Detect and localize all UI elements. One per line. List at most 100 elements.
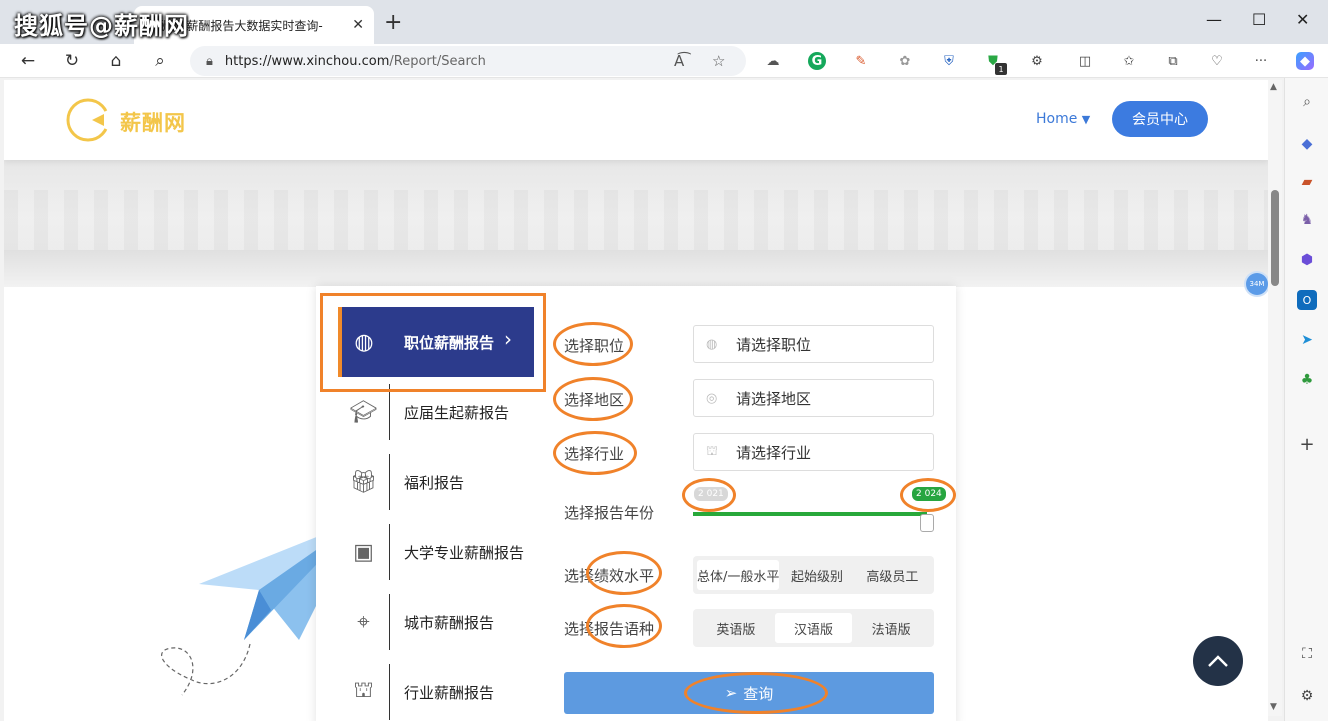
- maximize-button[interactable]: ☐: [1252, 10, 1266, 29]
- annotation-ellipse: [684, 672, 828, 714]
- performance-segmented-control: 总体/一般水平 起始级别 高级员工: [693, 556, 934, 594]
- performance-option[interactable]: 总体/一般水平: [697, 560, 780, 590]
- collections-icon[interactable]: ⧉: [1164, 52, 1182, 70]
- scroll-down-icon[interactable]: ▼: [1270, 702, 1277, 712]
- browser-titlebar: 薪酬网-薪酬报告大数据实时查询- ✕ + 搜狐号@薪酬网 — ☐ ✕: [0, 0, 1328, 44]
- year-range-slider[interactable]: [693, 512, 927, 516]
- performance-option[interactable]: 高级员工: [855, 560, 930, 590]
- annotation-ellipse: [553, 322, 633, 366]
- annotation-ellipse: [553, 431, 637, 475]
- back-to-top-button[interactable]: [1193, 636, 1243, 686]
- cloud-extension-icon[interactable]: ☁: [764, 52, 782, 70]
- banner-water: [4, 250, 1268, 287]
- scroll-up-icon[interactable]: ▲: [1270, 82, 1277, 92]
- industry-select[interactable]: ⛫ 请选择行业: [693, 433, 934, 471]
- annotation-ellipse: [586, 551, 662, 595]
- year-label: 选择报告年份: [564, 504, 655, 522]
- page-scrollbar[interactable]: ▲ ▼: [1268, 80, 1282, 716]
- sidebar-screenshot-icon[interactable]: ⛶: [1297, 644, 1317, 664]
- banner-skyline: [4, 190, 1268, 250]
- address-bar[interactable]: 🔒︎ https://www.xinchou.com/Report/Search…: [190, 46, 746, 76]
- position-select[interactable]: ◍ 请选择职位: [693, 325, 934, 363]
- menu-item-label: 大学专业薪酬报告: [404, 543, 525, 562]
- annotation-ellipse: [682, 478, 736, 512]
- sidebar-tree-icon[interactable]: ♣: [1297, 370, 1317, 390]
- minimize-button[interactable]: —: [1206, 10, 1222, 29]
- chevron-down-icon: ▼: [1081, 113, 1091, 126]
- position-placeholder: 请选择职位: [736, 335, 812, 354]
- nav-home-link[interactable]: Home ▼: [1036, 111, 1090, 127]
- new-tab-button[interactable]: +: [384, 10, 402, 35]
- gift-icon: 🎁︎: [338, 454, 390, 510]
- menu-item-label: 应届生起薪报告: [404, 403, 510, 422]
- close-window-button[interactable]: ✕: [1296, 10, 1309, 29]
- language-option[interactable]: 法语版: [852, 613, 930, 643]
- logo-icon[interactable]: [64, 96, 112, 144]
- shield-icon[interactable]: ⛨: [940, 52, 958, 70]
- nav-home-label: Home: [1036, 111, 1078, 127]
- graduation-cap-icon: 🎓︎: [338, 384, 390, 440]
- menu-item-benefits[interactable]: 🎁︎ 福利报告: [338, 454, 548, 510]
- annotation-ellipse: [553, 377, 633, 421]
- favorites-list-icon[interactable]: ✩: [1120, 52, 1138, 70]
- site-header: 薪酬网 Home ▼ 会员中心: [4, 80, 1268, 160]
- browser-sidebar: ⌕ ◆ ▰ ♞ ⬢ O ➤ ♣ + ⛶ ⚙: [1284, 78, 1328, 721]
- url-host: https://www.xinchou.com: [224, 53, 390, 69]
- floating-badge[interactable]: 34M: [1246, 273, 1268, 295]
- language-option[interactable]: 汉语版: [774, 613, 853, 643]
- annotation-box: [320, 293, 546, 392]
- target-icon: ⌖: [338, 594, 390, 650]
- menu-item-label: 福利报告: [404, 473, 465, 492]
- sidebar-games-icon[interactable]: ♞: [1297, 210, 1317, 230]
- menu-item-city-salary[interactable]: ⌖ 城市薪酬报告: [338, 594, 548, 650]
- sidebar-tag-icon[interactable]: ◆: [1297, 134, 1317, 154]
- favorite-star-icon[interactable]: ☆: [712, 52, 725, 70]
- sidebar-add-icon[interactable]: +: [1297, 434, 1317, 455]
- banner-image: [4, 160, 1268, 287]
- home-icon[interactable]: ⌂: [104, 49, 128, 73]
- factory-small-icon: ⛫: [706, 443, 718, 459]
- sidebar-search-icon[interactable]: ⌕: [1297, 92, 1317, 112]
- annotation-ellipse: [586, 604, 662, 648]
- sidebar-toolbox-icon[interactable]: ▰: [1297, 172, 1317, 192]
- url-path: /Report/Search: [389, 53, 486, 69]
- menu-item-industry-salary[interactable]: ⛫ 行业薪酬报告: [338, 664, 548, 720]
- back-icon[interactable]: ←: [16, 49, 40, 73]
- split-screen-icon[interactable]: ◫: [1076, 52, 1094, 70]
- settings-extension-icon[interactable]: ✿: [896, 52, 914, 70]
- dashed-path-decoration: [161, 643, 251, 696]
- browser-toolbar: ← ↻ ⌂ ⌕ 🔒︎ https://www.xinchou.com/Repor…: [0, 44, 1328, 78]
- menu-item-label: 城市薪酬报告: [404, 613, 495, 632]
- language-option[interactable]: 英语版: [697, 613, 775, 643]
- scroll-thumb[interactable]: [1271, 190, 1279, 286]
- sidebar-send-icon[interactable]: ➤: [1297, 330, 1317, 350]
- region-select[interactable]: ◎ 请选择地区: [693, 379, 934, 417]
- health-heart-icon[interactable]: ♡: [1208, 52, 1226, 70]
- menu-item-graduate-salary[interactable]: 🎓︎ 应届生起薪报告: [338, 384, 548, 440]
- fox-extension-icon[interactable]: ✎: [852, 52, 870, 70]
- globe-small-icon: ◍: [706, 336, 718, 352]
- tab-close-icon[interactable]: ✕: [352, 17, 364, 33]
- more-menu-icon[interactable]: ···: [1252, 52, 1270, 70]
- factory-icon: ⛫: [338, 664, 390, 720]
- copilot-icon[interactable]: ◆: [1296, 52, 1314, 70]
- search-icon[interactable]: ⌕: [148, 49, 172, 73]
- menu-item-label: 行业薪酬报告: [404, 683, 495, 702]
- industry-placeholder: 请选择行业: [736, 443, 812, 462]
- year-slider-handle[interactable]: [920, 514, 934, 532]
- extension-badge: 1: [995, 63, 1007, 75]
- sidebar-outlook-icon[interactable]: O: [1297, 290, 1317, 310]
- menu-item-major-salary[interactable]: ▣ 大学专业薪酬报告: [338, 524, 548, 580]
- region-placeholder: 请选择地区: [736, 389, 812, 408]
- puzzle-extensions-icon[interactable]: ⚙: [1028, 52, 1046, 70]
- sidebar-settings-icon[interactable]: ⚙: [1297, 686, 1317, 706]
- grammarly-icon[interactable]: G: [808, 52, 826, 70]
- performance-option[interactable]: 起始级别: [779, 560, 854, 590]
- lock-icon: 🔒︎: [206, 53, 213, 69]
- read-aloud-icon[interactable]: A͡: [674, 52, 684, 70]
- sidebar-office-icon[interactable]: ⬢: [1297, 250, 1317, 270]
- logo-text[interactable]: 薪酬网: [120, 107, 186, 137]
- member-center-button[interactable]: 会员中心: [1112, 101, 1208, 137]
- reload-icon[interactable]: ↻: [60, 49, 84, 73]
- language-segmented-control: 英语版 汉语版 法语版: [693, 609, 934, 647]
